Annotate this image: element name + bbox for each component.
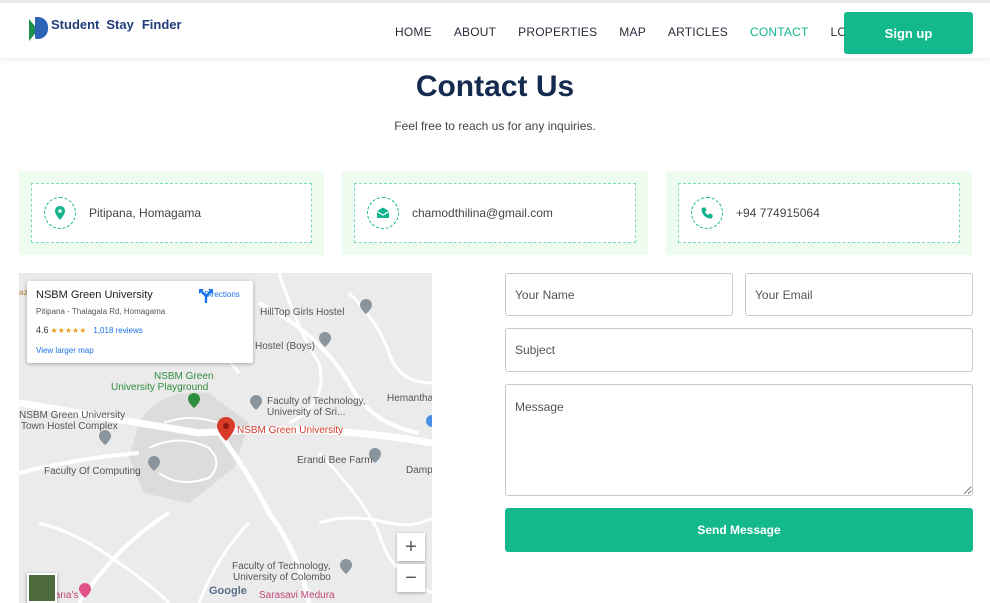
map-label-fot-1: Faculty of Technology, [267,396,366,407]
nav-map[interactable]: MAP [619,25,646,39]
address-card: Pitipana, Homagama [19,171,324,255]
message-textarea[interactable] [505,384,973,496]
map-label-playground-2: University Playground [111,382,209,393]
phone-card-inner: +94 774915064 [678,183,960,243]
page-subtitle: Feel free to reach us for any inquiries. [394,119,596,133]
email-input[interactable] [745,273,973,316]
map-label-foc-colombo-2: University of Colombo [233,572,331,583]
map-label-hilltop: HillTop Girls Hostel [260,307,345,318]
navbar: Student Stay Finder HOME ABOUT PROPERTIES … [0,0,990,58]
signup-button[interactable]: Sign up [844,12,973,54]
email-card: chamodthilina@gmail.com [342,171,648,255]
brand-word-2: Stay [106,17,134,32]
brand-word-1: Student [51,17,100,32]
view-larger-map-link[interactable]: View larger map [36,346,94,355]
main-nav: HOME ABOUT PROPERTIES MAP ARTICLES CONTA… [395,25,891,39]
phone-icon [691,197,723,229]
name-input[interactable] [505,273,733,316]
map-label-nsbm-pin[interactable]: NSBM Green University [237,425,343,436]
map-label-damp: Damp [406,465,432,476]
logo-text: Student Stay Finder [51,17,182,33]
subject-input[interactable] [505,328,973,372]
envelope-icon [367,197,399,229]
map-label-town-hostel-2: Town Hostel Complex [21,421,118,432]
place-name: NSBM Green University [36,289,153,301]
nav-articles[interactable]: ARTICLES [668,25,728,39]
map-place-card: NSBM Green University Pitipana - Thalaga… [27,281,253,363]
directions-icon [199,289,213,303]
map-label-playground-1: NSBM Green [154,371,214,382]
place-rating: 4.6 [36,325,49,335]
nav-about[interactable]: ABOUT [454,25,496,39]
directions-button[interactable]: Directions [199,289,245,303]
place-address: Pitipana - Thalagala Rd, Homagama [36,307,166,316]
logo-icon [29,17,48,41]
map-label-town-hostel-1: NSBM Green University [19,410,126,421]
location-pin-icon [44,197,76,229]
zoom-out-button[interactable]: − [397,564,425,592]
send-message-button[interactable]: Send Message [505,508,973,552]
phone-text: +94 774915064 [736,206,820,220]
embedded-map[interactable]: HillTop Girls Hostel Hostel (Boys) NSBM … [19,273,432,603]
email-text: chamodthilina@gmail.com [412,206,553,220]
map-label-hemantha: Hemantha [387,393,432,404]
map-label-erandi: Erandi Bee Farm [297,455,373,466]
page-title: Contact Us [415,70,575,103]
map-label-sarasavi: Sarasavi Medura [259,590,335,601]
satellite-toggle[interactable] [27,573,57,603]
map-label-computing: Faculty Of Computing [44,466,141,477]
phone-card: +94 774915064 [666,171,972,255]
place-reviews-link[interactable]: 1,018 reviews [93,326,142,335]
map-label-hostel-boys: Hostel (Boys) [255,341,316,352]
zoom-in-button[interactable]: + [397,533,425,561]
nav-home[interactable]: HOME [395,25,432,39]
address-card-inner: Pitipana, Homagama [31,183,312,243]
logo[interactable]: Student Stay Finder [29,17,182,41]
email-card-inner: chamodthilina@gmail.com [354,183,636,243]
map-label-foc-colombo-1: Faculty of Technology, [232,561,331,572]
nav-contact[interactable]: CONTACT [750,25,809,39]
google-logo: Google [209,585,247,597]
map-label-fot-2: University of Sri... [267,407,346,418]
nav-properties[interactable]: PROPERTIES [518,25,597,39]
address-text: Pitipana, Homagama [89,206,202,220]
brand-word-3: Finder [141,17,182,32]
place-rating-row: 4.6 ★★★★★ 1,018 reviews [36,325,143,335]
rating-stars-icon: ★★★★★ [50,326,87,335]
